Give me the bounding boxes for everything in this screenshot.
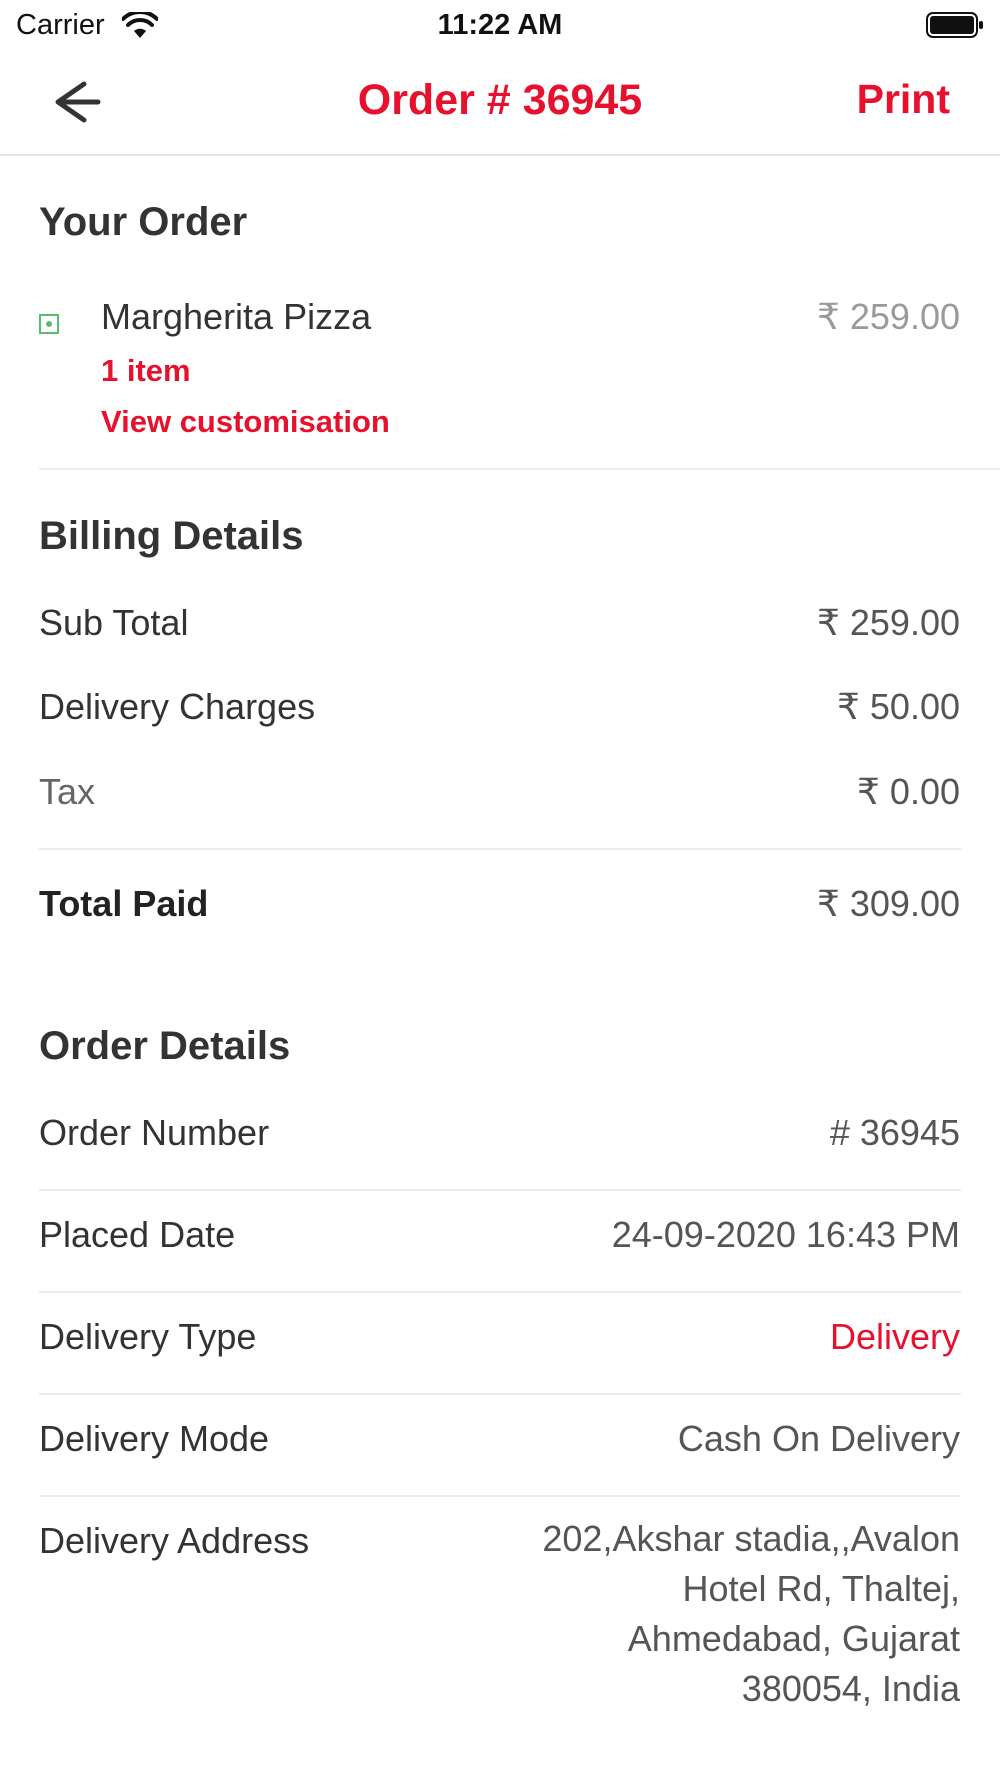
divider — [39, 1393, 961, 1395]
order-number-value: # 36945 — [829, 1112, 960, 1153]
order-details-title: Order Details — [39, 1024, 291, 1068]
billing-details-title: Billing Details — [39, 514, 304, 558]
item-quantity: 1 item — [101, 353, 191, 388]
print-button[interactable]: Print — [857, 76, 950, 123]
delivery-address-value: 202,Akshar stadia,,Avalon Hotel Rd, Thal… — [542, 1518, 960, 1709]
item-price: ₹ 259.00 — [816, 296, 960, 337]
delivery-charges-label: Delivery Charges — [39, 686, 316, 727]
status-bar: Carrier 11:22 AM — [0, 0, 1000, 50]
placed-date-value: 24-09-2020 16:43 PM — [611, 1214, 960, 1255]
delivery-mode-value: Cash On Delivery — [677, 1418, 960, 1459]
view-customisation-link[interactable]: View customisation — [101, 404, 390, 440]
total-paid-label: Total Paid — [39, 883, 209, 924]
delivery-address-label: Delivery Address — [39, 1520, 310, 1561]
total-paid-value: ₹ 309.00 — [816, 883, 960, 924]
delivery-type-label: Delivery Type — [39, 1316, 257, 1357]
subtotal-label: Sub Total — [39, 602, 189, 643]
delivery-charges-value: ₹ 50.00 — [837, 686, 960, 727]
divider — [39, 468, 1000, 470]
delivery-type-value: Delivery — [829, 1316, 960, 1357]
divider — [39, 1495, 961, 1497]
placed-date-label: Placed Date — [39, 1214, 236, 1255]
item-name: Margherita Pizza — [101, 296, 372, 337]
divider — [39, 848, 961, 850]
nav-bar: Order # 36945 Print — [0, 50, 1000, 156]
divider — [39, 1291, 961, 1293]
divider — [39, 1189, 961, 1191]
your-order-title: Your Order — [39, 200, 248, 244]
order-number-label: Order Number — [39, 1112, 270, 1153]
battery-icon — [926, 12, 983, 38]
page-title: Order # 36945 — [357, 76, 643, 124]
status-time: 11:22 AM — [437, 9, 563, 41]
subtotal-value: ₹ 259.00 — [816, 602, 960, 643]
veg-indicator-icon — [39, 314, 59, 334]
tax-label: Tax — [39, 771, 96, 812]
delivery-mode-label: Delivery Mode — [39, 1418, 270, 1459]
tax-value: ₹ 0.00 — [857, 771, 960, 812]
